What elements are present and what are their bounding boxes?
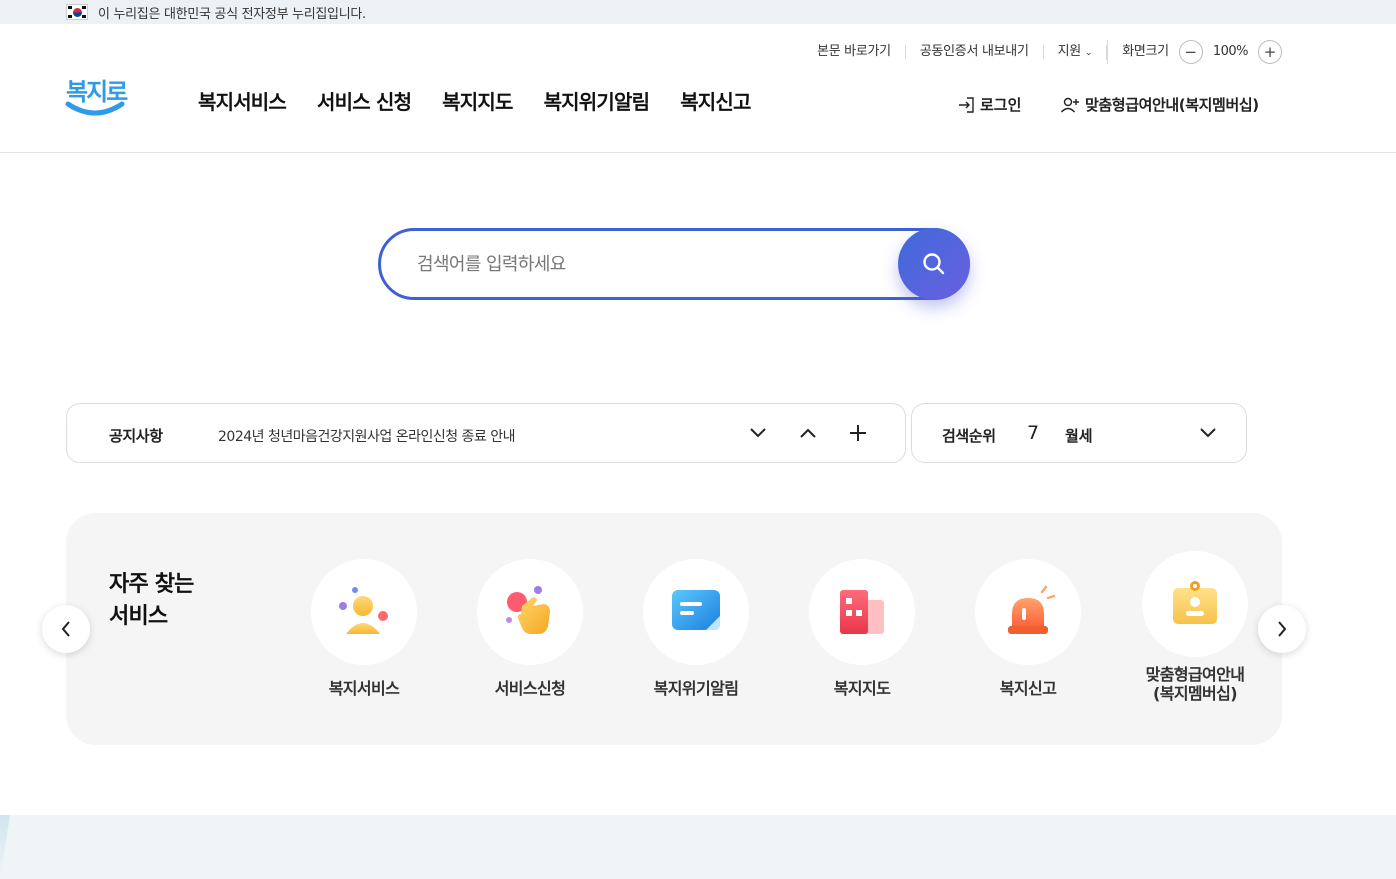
service-label: 서비스신청: [494, 679, 566, 698]
search-rank-bar: 검색순위 7 월세: [911, 403, 1247, 463]
zoom-value: 100%: [1212, 44, 1249, 59]
decorative-accent: [0, 815, 10, 879]
service-label: 복지지도: [833, 679, 891, 698]
site-logo[interactable]: 복지로: [64, 72, 128, 126]
heading-line-1: 자주 찾는: [109, 572, 194, 597]
nav-welfare-map[interactable]: 복지지도: [442, 86, 513, 115]
search-rank-expand-button[interactable]: [1196, 421, 1220, 445]
service-item-application[interactable]: 서비스신청: [460, 559, 600, 698]
search-icon: [923, 253, 945, 275]
plus-icon: [850, 425, 866, 441]
nav-welfare-services[interactable]: 복지서비스: [198, 86, 287, 115]
service-item-welfare-map[interactable]: 복지지도: [792, 559, 932, 698]
search-input[interactable]: [417, 231, 887, 297]
add-user-icon: [1060, 97, 1079, 112]
service-icon-circle: [643, 559, 749, 665]
building-icon: [840, 590, 884, 634]
membership-label: 맞춤형급여안내(복지멤버십): [1085, 96, 1259, 114]
cert-export-link[interactable]: 공동인증서 내보내기: [906, 45, 1044, 59]
service-label: 복지신고: [999, 679, 1057, 698]
service-item-welfare-report[interactable]: 복지신고: [958, 559, 1098, 698]
service-label: 복지위기알림: [653, 679, 739, 698]
search-button[interactable]: [898, 228, 970, 300]
gov-banner-text: 이 누리집은 대한민국 공식 전자정부 누리집입니다.: [98, 6, 366, 22]
main-nav: 복지서비스 서비스 신청 복지지도 복지위기알림 복지신고: [198, 86, 751, 115]
chevron-up-icon: [800, 428, 816, 438]
service-icon-circle: [975, 559, 1081, 665]
chevron-down-icon: [1200, 428, 1216, 438]
support-menu[interactable]: 지원 ⌄: [1044, 43, 1108, 60]
service-label: 복지서비스: [328, 679, 400, 698]
service-label: 맞춤형급여안내 (복지멤버십): [1145, 665, 1245, 703]
notice-bar: 공지사항 2024년 청년마음건강지원사업 온라인신청 종료 안내: [66, 403, 906, 463]
search-rank-title: 검색순위: [942, 427, 996, 445]
membership-button[interactable]: 맞춤형급여안내(복지멤버십): [1060, 94, 1259, 115]
zoom-out-button[interactable]: −: [1178, 40, 1203, 64]
search-box: [378, 228, 970, 300]
id-card-icon: [1173, 581, 1217, 624]
siren-icon: [1008, 585, 1056, 634]
nav-welfare-report[interactable]: 복지신고: [680, 86, 751, 115]
person-icon: [339, 587, 388, 634]
heading-line-2: 서비스: [109, 604, 168, 629]
login-button[interactable]: 로그인: [957, 94, 1021, 115]
gov-banner: 이 누리집은 대한민국 공식 전자정부 누리집입니다.: [0, 0, 1396, 24]
skip-to-content-link[interactable]: 본문 바로가기: [803, 45, 906, 59]
service-icon-circle: [311, 559, 417, 665]
login-label: 로그인: [980, 96, 1022, 114]
zoom-label: 화면크기: [1122, 44, 1169, 59]
service-item-welfare[interactable]: 복지서비스: [294, 559, 434, 698]
smile-icon: [65, 101, 125, 116]
notice-more-button[interactable]: [846, 421, 870, 445]
chevron-left-icon: [61, 621, 70, 637]
site-header: 본문 바로가기 공동인증서 내보내기 지원 ⌄ 화면크기 − 100% + 복지로…: [0, 24, 1396, 153]
carousel-prev-button[interactable]: [42, 605, 90, 653]
service-item-membership[interactable]: 맞춤형급여안내 (복지멤버십): [1125, 551, 1265, 703]
message-icon: [672, 590, 720, 630]
search-rank-keyword[interactable]: 월세: [1065, 425, 1093, 446]
service-icon-circle: [809, 559, 915, 665]
login-icon: [959, 96, 974, 113]
zoom-control: 화면크기 − 100% +: [1107, 40, 1282, 64]
carousel-next-button[interactable]: [1258, 605, 1306, 653]
service-icon-circle: [1142, 551, 1248, 657]
notice-title: 공지사항: [109, 427, 163, 445]
search-rank-number: 7: [1027, 422, 1040, 444]
hand-tap-icon: [506, 586, 550, 634]
zoom-in-button[interactable]: +: [1258, 40, 1282, 64]
service-item-crisis-alert[interactable]: 복지위기알림: [626, 559, 766, 698]
notice-next-button[interactable]: [746, 421, 770, 445]
korea-flag-icon: [66, 4, 88, 20]
chevron-right-icon: [1278, 621, 1287, 637]
service-icon-circle: [477, 559, 583, 665]
chevron-down-icon: [750, 428, 766, 438]
frequent-services-heading: 자주 찾는 서비스: [109, 569, 194, 633]
chevron-down-icon: ⌄: [1084, 47, 1093, 58]
bottom-section: [0, 815, 1396, 879]
notice-text[interactable]: 2024년 청년마음건강지원사업 온라인신청 종료 안내: [218, 426, 516, 446]
support-label: 지원: [1057, 43, 1082, 59]
frequent-services-panel: 자주 찾는 서비스 복지서비스 서비스신청 복지위기알림 복지지도 복지신고 맞…: [66, 513, 1282, 745]
notice-prev-button[interactable]: [796, 421, 820, 445]
nav-crisis-alert[interactable]: 복지위기알림: [544, 86, 650, 115]
utility-nav: 본문 바로가기 공동인증서 내보내기 지원 ⌄ 화면크기 − 100% +: [803, 40, 1282, 64]
nav-service-application[interactable]: 서비스 신청: [317, 86, 412, 115]
